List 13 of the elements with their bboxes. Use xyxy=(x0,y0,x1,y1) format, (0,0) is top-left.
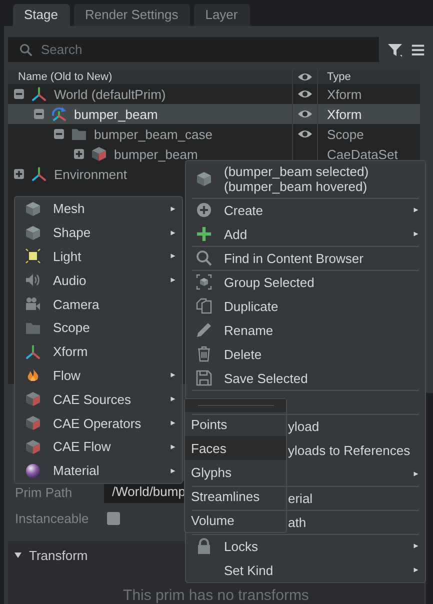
prim-name: Environment xyxy=(54,168,127,180)
prim-name: bumper_beam xyxy=(74,108,158,120)
field-label: Prim Path xyxy=(15,484,74,500)
prim-type: Xform xyxy=(327,88,362,100)
prim-name: World (defaultPrim) xyxy=(54,88,166,100)
selection-info: (bumper_beam selected) (bumper_beam hovered) xyxy=(224,164,369,194)
prim-type: Scope xyxy=(327,128,364,140)
field-label: Instanceable xyxy=(15,510,90,526)
prim-type: CaeDataSet xyxy=(327,148,398,160)
prim-type: Xform xyxy=(327,108,362,120)
empty-message: This prim has no transforms xyxy=(122,587,310,604)
prim-name: bumper_beam xyxy=(114,148,198,160)
prim-name: bumper_beam_case xyxy=(94,128,213,140)
